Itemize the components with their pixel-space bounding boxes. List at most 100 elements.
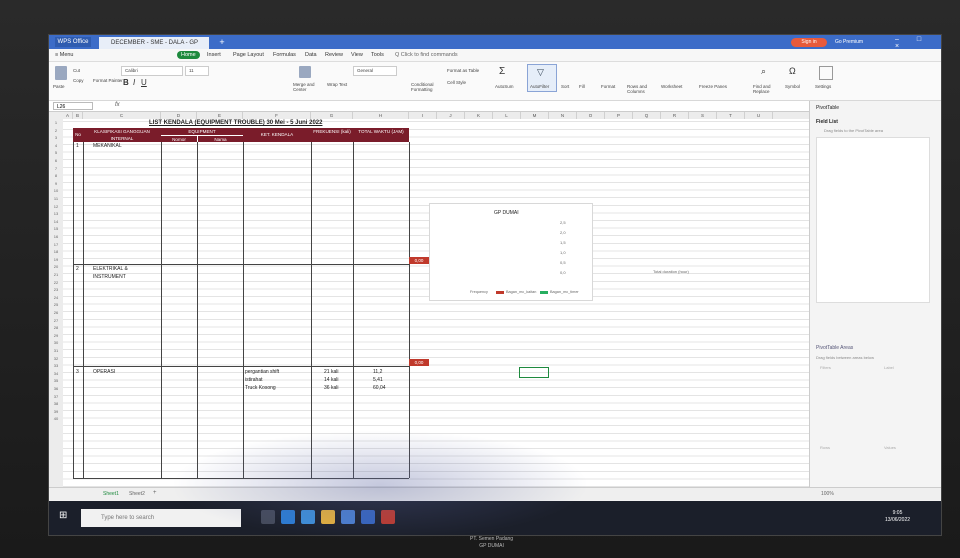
column-header[interactable]: R: [661, 112, 689, 119]
add-sheet-button[interactable]: +: [153, 490, 157, 496]
underline-icon[interactable]: U: [141, 78, 147, 87]
paste-icon[interactable]: [55, 66, 67, 80]
row-header[interactable]: 9: [49, 180, 63, 188]
symbol-button[interactable]: Symbol: [785, 84, 800, 89]
column-header[interactable]: A: [63, 112, 73, 119]
row-header[interactable]: 8: [49, 172, 63, 180]
window-controls[interactable]: – □ ×: [895, 36, 939, 50]
row-header[interactable]: 40: [49, 415, 63, 423]
new-tab-button[interactable]: +: [217, 37, 227, 47]
row-header[interactable]: 7: [49, 165, 63, 173]
sheet-tab-1[interactable]: Sheet1: [103, 491, 119, 497]
sort-button[interactable]: Sort: [561, 84, 569, 89]
row-header[interactable]: 4: [49, 142, 63, 150]
row-header[interactable]: 19: [49, 256, 63, 264]
tab-tools[interactable]: Tools: [371, 51, 384, 59]
column-header[interactable]: B: [73, 112, 83, 119]
app-icon[interactable]: [361, 510, 375, 524]
row-header[interactable]: 2: [49, 127, 63, 135]
column-header[interactable]: F: [243, 112, 311, 119]
column-header[interactable]: S: [689, 112, 717, 119]
row-header[interactable]: 22: [49, 279, 63, 287]
autofilter-button[interactable]: ▽ AutoFilter: [527, 64, 557, 92]
column-header[interactable]: J: [437, 112, 465, 119]
row-header[interactable]: 29: [49, 332, 63, 340]
bold-icon[interactable]: B: [123, 78, 129, 87]
row-header[interactable]: 31: [49, 347, 63, 355]
row-header[interactable]: 34: [49, 370, 63, 378]
row-header[interactable]: 10: [49, 187, 63, 195]
number-format-select[interactable]: General: [353, 66, 397, 76]
row-header[interactable]: 6: [49, 157, 63, 165]
menu-main[interactable]: ≡ Menu: [55, 51, 74, 59]
sigma-icon[interactable]: Σ: [499, 66, 505, 77]
format-painter-button[interactable]: Format Painter: [93, 78, 123, 83]
rows-columns-button[interactable]: Rows and Columns: [627, 84, 655, 94]
sign-in-button[interactable]: Sign in: [791, 38, 827, 47]
font-name-select[interactable]: Calibri: [121, 66, 183, 76]
cursor-icon[interactable]: [819, 66, 833, 80]
column-header[interactable]: I: [409, 112, 437, 119]
row-header[interactable]: 36: [49, 385, 63, 393]
cell-style-button[interactable]: Cell Style: [447, 80, 466, 85]
fx-icon[interactable]: fx: [115, 102, 120, 108]
row-header[interactable]: 23: [49, 286, 63, 294]
windows-start-icon[interactable]: ⊞: [59, 510, 67, 521]
tab-formulas[interactable]: Formulas: [273, 51, 296, 59]
fill-button[interactable]: Fill: [579, 84, 585, 89]
settings-button[interactable]: Settings: [815, 84, 831, 89]
edge-icon[interactable]: [281, 510, 295, 524]
tab-home[interactable]: Home: [177, 51, 200, 59]
row-header[interactable]: 25: [49, 301, 63, 309]
row-header[interactable]: 27: [49, 317, 63, 325]
spreadsheet-grid[interactable]: [63, 119, 809, 487]
store-icon[interactable]: [341, 510, 355, 524]
column-header[interactable]: P: [605, 112, 633, 119]
row-header[interactable]: 14: [49, 218, 63, 226]
row-header[interactable]: 11: [49, 195, 63, 203]
row-header[interactable]: 12: [49, 203, 63, 211]
document-tab[interactable]: DECEMBER - SME - DALA - GP DUMAI: [99, 37, 209, 58]
row-header[interactable]: 5: [49, 149, 63, 157]
sheet-tab-2[interactable]: Sheet2: [129, 491, 145, 497]
column-header[interactable]: O: [577, 112, 605, 119]
paste-button[interactable]: Paste: [53, 84, 65, 89]
conditional-formatting-button[interactable]: Conditional Formatting: [411, 82, 443, 92]
merge-icon[interactable]: [299, 66, 311, 78]
column-header[interactable]: K: [465, 112, 493, 119]
row-header[interactable]: 37: [49, 393, 63, 401]
row-header[interactable]: 33: [49, 362, 63, 370]
row-header[interactable]: 1: [49, 119, 63, 127]
font-size-select[interactable]: 11: [185, 66, 209, 76]
column-header[interactable]: M: [521, 112, 549, 119]
column-header[interactable]: D: [161, 112, 197, 119]
row-header[interactable]: 17: [49, 241, 63, 249]
wrap-text-button[interactable]: Wrap Text: [327, 82, 347, 87]
tab-page-layout[interactable]: Page Layout: [233, 51, 264, 59]
tab-insert[interactable]: Insert: [207, 51, 221, 59]
name-box[interactable]: L26: [53, 102, 93, 110]
autosum-button[interactable]: AutoSum: [495, 84, 514, 89]
row-header[interactable]: 39: [49, 408, 63, 416]
find-replace-button[interactable]: Find and Replace: [753, 84, 781, 94]
task-view-icon[interactable]: [261, 510, 275, 524]
column-header[interactable]: G: [311, 112, 353, 119]
zoom-level[interactable]: 100%: [821, 491, 834, 497]
row-header[interactable]: 28: [49, 324, 63, 332]
column-header[interactable]: H: [353, 112, 409, 119]
tab-view[interactable]: View: [351, 51, 363, 59]
column-header[interactable]: L: [493, 112, 521, 119]
taskbar-search-input[interactable]: Type here to search: [81, 509, 241, 527]
row-header[interactable]: 15: [49, 225, 63, 233]
wps-icon[interactable]: [381, 510, 395, 524]
copy-button[interactable]: Copy: [73, 78, 84, 83]
field-list-box[interactable]: [816, 137, 930, 303]
row-header[interactable]: 35: [49, 377, 63, 385]
tab-review[interactable]: Review: [325, 51, 343, 59]
column-header[interactable]: T: [717, 112, 745, 119]
cut-button[interactable]: Cut: [73, 68, 80, 73]
omega-icon[interactable]: Ω: [789, 66, 796, 76]
row-header[interactable]: 21: [49, 271, 63, 279]
chart-object[interactable]: GP DUMAI 2,5 2,0 1,5 1,0 0,5 0,0 Frequen…: [429, 203, 593, 301]
columns-area[interactable]: Label: [884, 365, 894, 370]
